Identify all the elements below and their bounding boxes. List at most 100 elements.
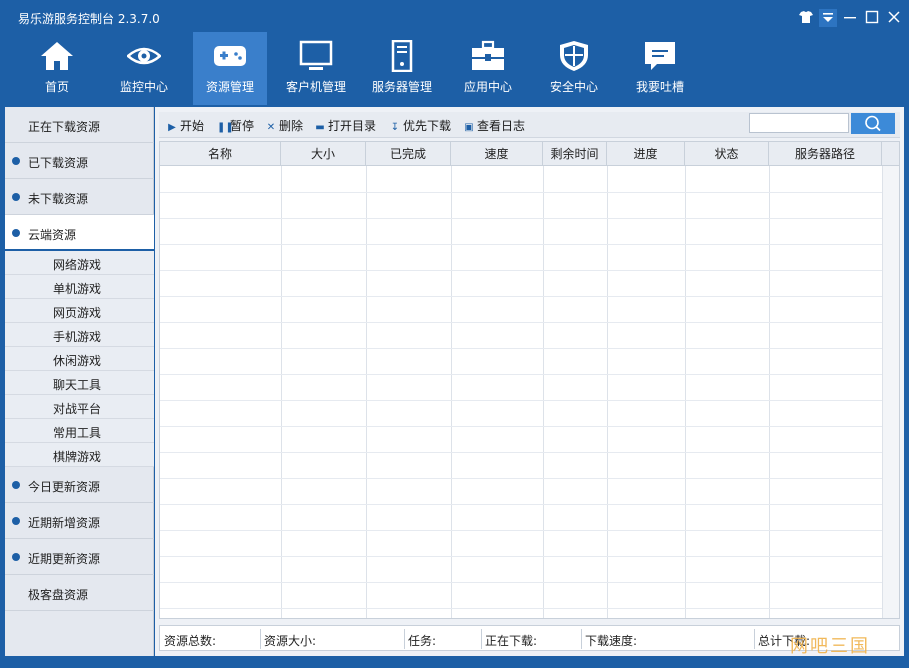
- status-total-size: 资源大小:: [264, 634, 317, 648]
- minimize-icon[interactable]: [841, 9, 859, 27]
- window-title: 易乐游服务控制台 2.3.7.0: [18, 12, 160, 26]
- nav-security[interactable]: 安全中心: [537, 32, 611, 105]
- start-button[interactable]: ▶ 开始: [167, 117, 204, 133]
- toolbox-icon: [471, 40, 505, 72]
- nav-resource[interactable]: 资源管理: [193, 32, 267, 105]
- status-bar: 资源总数: 资源大小: 任务: 正在下载: 下载速度: 总计下载:: [159, 625, 900, 651]
- nav-label: 服务器管理: [371, 80, 432, 94]
- grid-column-line: [769, 166, 770, 618]
- sidebar-subitem-label: 聊天工具: [53, 378, 102, 392]
- shirt-icon[interactable]: [797, 9, 815, 27]
- delete-button[interactable]: ✕ 删除: [266, 117, 303, 133]
- sidebar-item-label: 未下载资源: [28, 192, 89, 206]
- view-log-button[interactable]: ▣ 查看日志: [464, 117, 525, 133]
- status-divider: [581, 629, 582, 649]
- open-dir-button[interactable]: ▬ 打开目录: [315, 117, 376, 133]
- app-window: 易乐游服务控制台 2.3.7.0 首页 监控中心 资源管理 客户机管理 服务器管…: [0, 0, 909, 668]
- eye-icon: [126, 40, 162, 72]
- grid-row-line: [160, 322, 882, 323]
- nav-apps[interactable]: 应用中心: [451, 32, 525, 105]
- column-header[interactable]: 已完成: [366, 142, 451, 166]
- sidebar-subitem-online-games[interactable]: 网络游戏: [5, 251, 154, 275]
- sidebar-subitem-label: 手机游戏: [53, 330, 102, 344]
- gamepad-icon: [213, 40, 247, 72]
- status-divider: [404, 629, 405, 649]
- nav-client[interactable]: 客户机管理: [279, 32, 353, 105]
- home-icon: [40, 40, 74, 72]
- status-divider: [754, 629, 755, 649]
- nav-label: 首页: [44, 80, 69, 94]
- sidebar: 正在下载资源 已下载资源 未下载资源 云端资源 网络游戏 单机游戏 网页游戏 手…: [5, 107, 154, 656]
- sidebar-subitem-board-games[interactable]: 棋牌游戏: [5, 443, 154, 467]
- nav-server[interactable]: 服务器管理: [365, 32, 439, 105]
- sidebar-subitem-web-games[interactable]: 网页游戏: [5, 299, 154, 323]
- grid-column-line: [685, 166, 686, 618]
- search-input[interactable]: [749, 113, 849, 133]
- sidebar-subitem-chat-tools[interactable]: 聊天工具: [5, 371, 154, 395]
- nav-label: 安全中心: [549, 80, 598, 94]
- sidebar-item-recent-added[interactable]: 近期新增资源: [5, 503, 154, 539]
- title-bar: 易乐游服务控制台 2.3.7.0: [0, 0, 909, 32]
- column-header[interactable]: 剩余时间: [543, 142, 607, 166]
- sidebar-item-today[interactable]: 今日更新资源: [5, 467, 154, 503]
- main-nav: 首页 监控中心 资源管理 客户机管理 服务器管理 应用中心 安全中心 我要吐槽: [0, 32, 909, 105]
- sidebar-item-downloaded[interactable]: 已下载资源: [5, 143, 154, 179]
- search-button[interactable]: [851, 113, 895, 134]
- grid-column-line: [451, 166, 452, 618]
- sidebar-item-recent-updated[interactable]: 近期更新资源: [5, 539, 154, 575]
- sidebar-item-label: 近期更新资源: [28, 552, 101, 566]
- sidebar-subitem-battle-platform[interactable]: 对战平台: [5, 395, 154, 419]
- grid-column-line: [543, 166, 544, 618]
- sidebar-item-not-downloaded[interactable]: 未下载资源: [5, 179, 154, 215]
- grid-row-line: [160, 478, 882, 479]
- sidebar-subitem-label: 棋牌游戏: [53, 450, 102, 464]
- sidebar-item-downloading[interactable]: 正在下载资源: [5, 107, 154, 143]
- column-header[interactable]: 大小: [281, 142, 366, 166]
- shield-icon: [557, 40, 591, 72]
- sidebar-subitem-label: 对战平台: [53, 402, 102, 416]
- pause-icon: ❚❚: [217, 122, 234, 133]
- priority-button[interactable]: ↧ 优先下载: [390, 117, 451, 133]
- nav-feedback[interactable]: 我要吐槽: [623, 32, 697, 105]
- grid-column-line: [366, 166, 367, 618]
- sidebar-item-jikepan[interactable]: 极客盘资源: [5, 575, 154, 611]
- sidebar-subitem-casual-games[interactable]: 休闲游戏: [5, 347, 154, 371]
- sidebar-subitem-common-tools[interactable]: 常用工具: [5, 419, 154, 443]
- view-log-label: 查看日志: [477, 119, 526, 133]
- nav-label: 客户机管理: [285, 80, 346, 94]
- nav-label: 我要吐槽: [635, 80, 684, 94]
- grid-row-line: [160, 348, 882, 349]
- nav-monitor[interactable]: 监控中心: [107, 32, 181, 105]
- chevron-right-icon: [12, 157, 20, 165]
- delete-icon: ✕: [266, 122, 276, 133]
- status-total-count: 资源总数:: [164, 634, 217, 648]
- menu-down-icon[interactable]: [819, 9, 837, 27]
- maximize-icon[interactable]: [863, 9, 881, 27]
- column-header[interactable]: 状态: [685, 142, 769, 166]
- status-tasks: 任务:: [408, 634, 437, 648]
- grid-row-line: [160, 296, 882, 297]
- sidebar-subitem-label: 网页游戏: [53, 306, 102, 320]
- chevron-right-icon: [12, 193, 20, 201]
- close-icon[interactable]: [885, 9, 903, 27]
- sidebar-subitem-single-games[interactable]: 单机游戏: [5, 275, 154, 299]
- priority-label: 优先下载: [403, 119, 452, 133]
- grid-row-line: [160, 556, 882, 557]
- sidebar-item-cloud[interactable]: 云端资源: [5, 215, 154, 251]
- grid-row-line: [160, 374, 882, 375]
- grid-row-line: [160, 530, 882, 531]
- column-header[interactable]: 名称: [160, 142, 281, 166]
- comment-icon: [643, 40, 677, 72]
- sidebar-subitem-label: 单机游戏: [53, 282, 102, 296]
- column-header[interactable]: 服务器路径: [769, 142, 882, 166]
- grid-row-line: [160, 192, 882, 193]
- sidebar-item-label: 今日更新资源: [28, 480, 101, 494]
- vertical-scrollbar[interactable]: [882, 166, 899, 618]
- sidebar-subitem-mobile-games[interactable]: 手机游戏: [5, 323, 154, 347]
- open-dir-label: 打开目录: [328, 119, 377, 133]
- nav-home[interactable]: 首页: [20, 32, 94, 105]
- column-header[interactable]: 进度: [607, 142, 685, 166]
- column-header[interactable]: 速度: [451, 142, 543, 166]
- status-divider: [260, 629, 261, 649]
- pause-button[interactable]: ❚❚暂停: [217, 117, 254, 133]
